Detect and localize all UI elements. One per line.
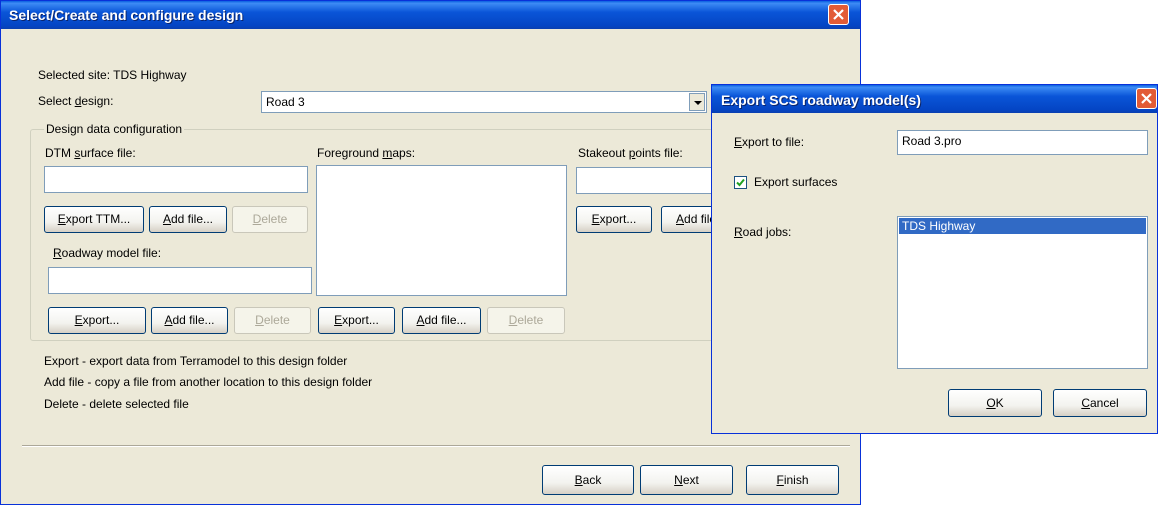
roadway-model-label: Roadway model file: — [53, 246, 162, 260]
back-button[interactable]: Back — [542, 465, 634, 495]
roadway-model-field[interactable] — [48, 267, 312, 294]
bottom-separator — [22, 445, 850, 447]
stakeout-points-label: Stakeout points file: — [578, 146, 683, 160]
stakeout-points-field[interactable] — [576, 167, 716, 194]
dtm-delete-button[interactable]: Delete — [232, 206, 308, 233]
main-close-button[interactable] — [828, 4, 849, 25]
export-surfaces-label: Export surfaces — [754, 175, 838, 189]
export-surfaces-checkbox[interactable] — [734, 176, 747, 189]
export-dialog: Export SCS roadway model(s) Export to fi… — [711, 84, 1158, 434]
checkmark-icon — [736, 178, 745, 187]
road-jobs-label: Road jobs: — [734, 225, 792, 239]
export-to-file-label: Export to file: — [734, 135, 805, 149]
finish-button[interactable]: Finish — [746, 465, 839, 495]
design-select[interactable]: Road 3 — [261, 91, 707, 113]
close-icon — [833, 9, 844, 20]
foreground-add-file-button[interactable]: Add file... — [402, 307, 481, 334]
ok-button[interactable]: OK — [948, 389, 1042, 417]
road-job-item-label: TDS Highway — [902, 219, 976, 233]
help-add-file-text: Add file - copy a file from another loca… — [44, 375, 373, 389]
export-ttm-button[interactable]: Export TTM... — [44, 206, 144, 233]
foreground-export-button[interactable]: Export... — [318, 307, 395, 334]
dtm-surface-label: DTM surface file: — [45, 146, 136, 160]
stakeout-export-button[interactable]: Export... — [576, 206, 652, 233]
main-title: Select/Create and configure design — [9, 7, 244, 23]
road-jobs-list[interactable]: TDS Highway — [897, 216, 1148, 369]
roadway-add-file-button[interactable]: Add file... — [151, 307, 228, 334]
help-delete-text: Delete - delete selected file — [44, 397, 189, 411]
export-to-file-value: Road 3.pro — [902, 134, 962, 148]
select-design-label: Select design: — [38, 94, 114, 108]
cancel-button[interactable]: Cancel — [1053, 389, 1147, 417]
export-to-file-field[interactable]: Road 3.pro — [897, 130, 1148, 155]
foreground-maps-list[interactable] — [316, 165, 567, 296]
selected-site-text: Selected site: TDS Highway — [38, 68, 187, 82]
help-export-text: Export - export data from Terramodel to … — [44, 354, 348, 368]
foreground-delete-button[interactable]: Delete — [487, 307, 565, 334]
export-titlebar[interactable]: Export SCS roadway model(s) — [712, 85, 1157, 113]
dtm-add-file-button[interactable]: Add file... — [149, 206, 227, 233]
export-close-button[interactable] — [1136, 88, 1157, 109]
roadway-delete-button[interactable]: Delete — [234, 307, 311, 334]
next-button[interactable]: Next — [640, 465, 733, 495]
chevron-down-icon[interactable] — [689, 93, 705, 111]
design-select-value: Road 3 — [266, 95, 305, 109]
roadway-export-button[interactable]: Export... — [48, 307, 146, 334]
design-data-group-label: Design data configuration — [44, 122, 185, 136]
export-dialog-title: Export SCS roadway model(s) — [721, 92, 921, 108]
dtm-surface-field[interactable] — [44, 166, 308, 193]
close-icon — [1141, 93, 1152, 104]
main-titlebar[interactable]: Select/Create and configure design — [1, 1, 860, 29]
foreground-maps-label: Foreground maps: — [317, 146, 416, 160]
